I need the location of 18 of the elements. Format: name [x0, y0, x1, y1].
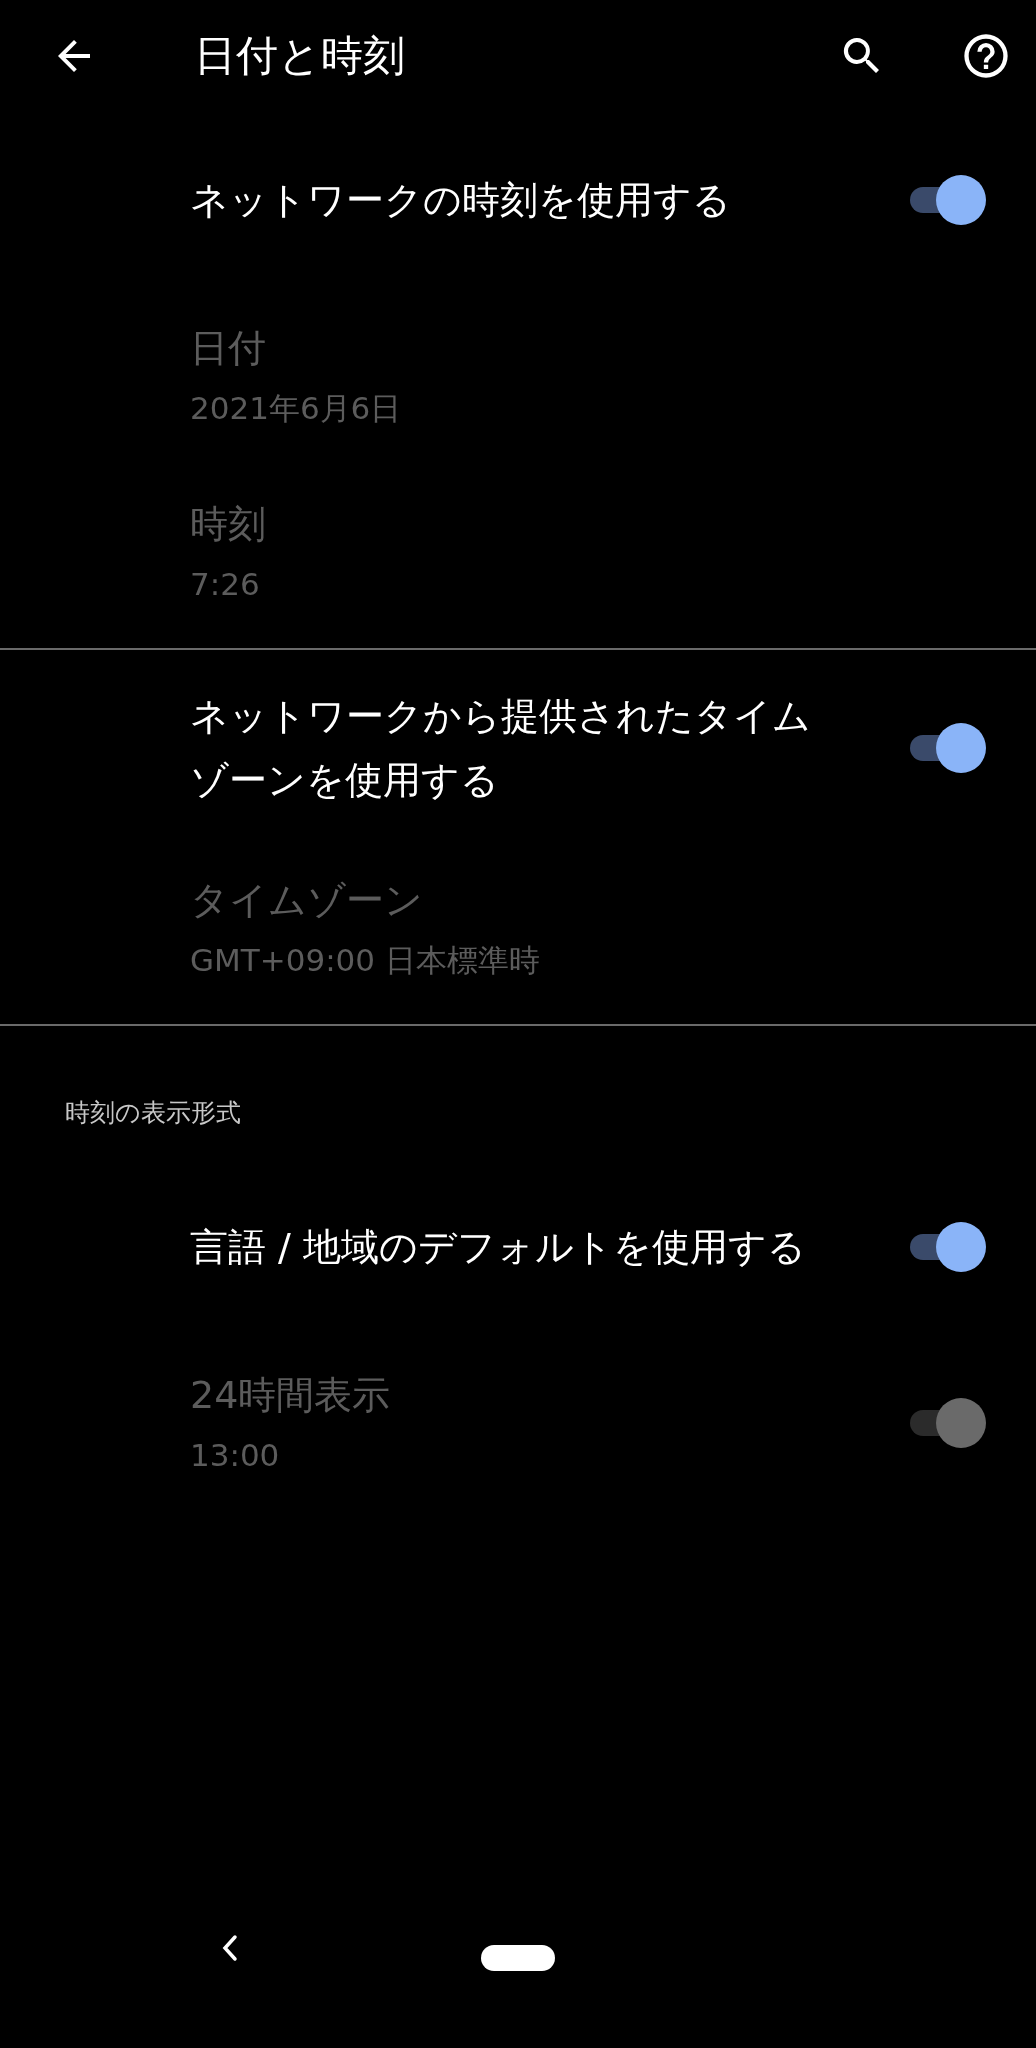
setting-summary: 7:26: [190, 565, 261, 604]
setting-title: 時刻: [190, 501, 267, 548]
setting-title: 24時間表示: [190, 1372, 392, 1419]
setting-title: 言語 / 地域のデフォルトを使用する: [190, 1224, 807, 1271]
setting-summary: 2021年6月6日: [190, 389, 403, 428]
setting-summary: 13:00: [190, 1436, 281, 1475]
setting-title: 日付: [190, 325, 267, 372]
setting-title: ネットワークから提供されたタイムゾーンを使用する: [190, 693, 812, 804]
setting-row[interactable]: ネットワークの時刻を使用する: [0, 112, 1036, 288]
setting-title: タイムゾーン: [190, 877, 424, 924]
setting-row[interactable]: ネットワークから提供されたタイムゾーンを使用する: [0, 656, 1036, 840]
setting-row[interactable]: 言語 / 地域のデフォルトを使用する: [0, 1159, 1036, 1335]
screen-title: 日付と時刻: [194, 30, 406, 82]
setting-summary: GMT+09:00 日本標準時: [190, 941, 541, 980]
section-header: 時刻の表示形式: [64, 1097, 242, 1129]
home-pill[interactable]: [481, 1945, 555, 1971]
back-chevron-icon[interactable]: [220, 1933, 240, 1963]
setting-title: ネットワークの時刻を使用する: [190, 177, 732, 224]
